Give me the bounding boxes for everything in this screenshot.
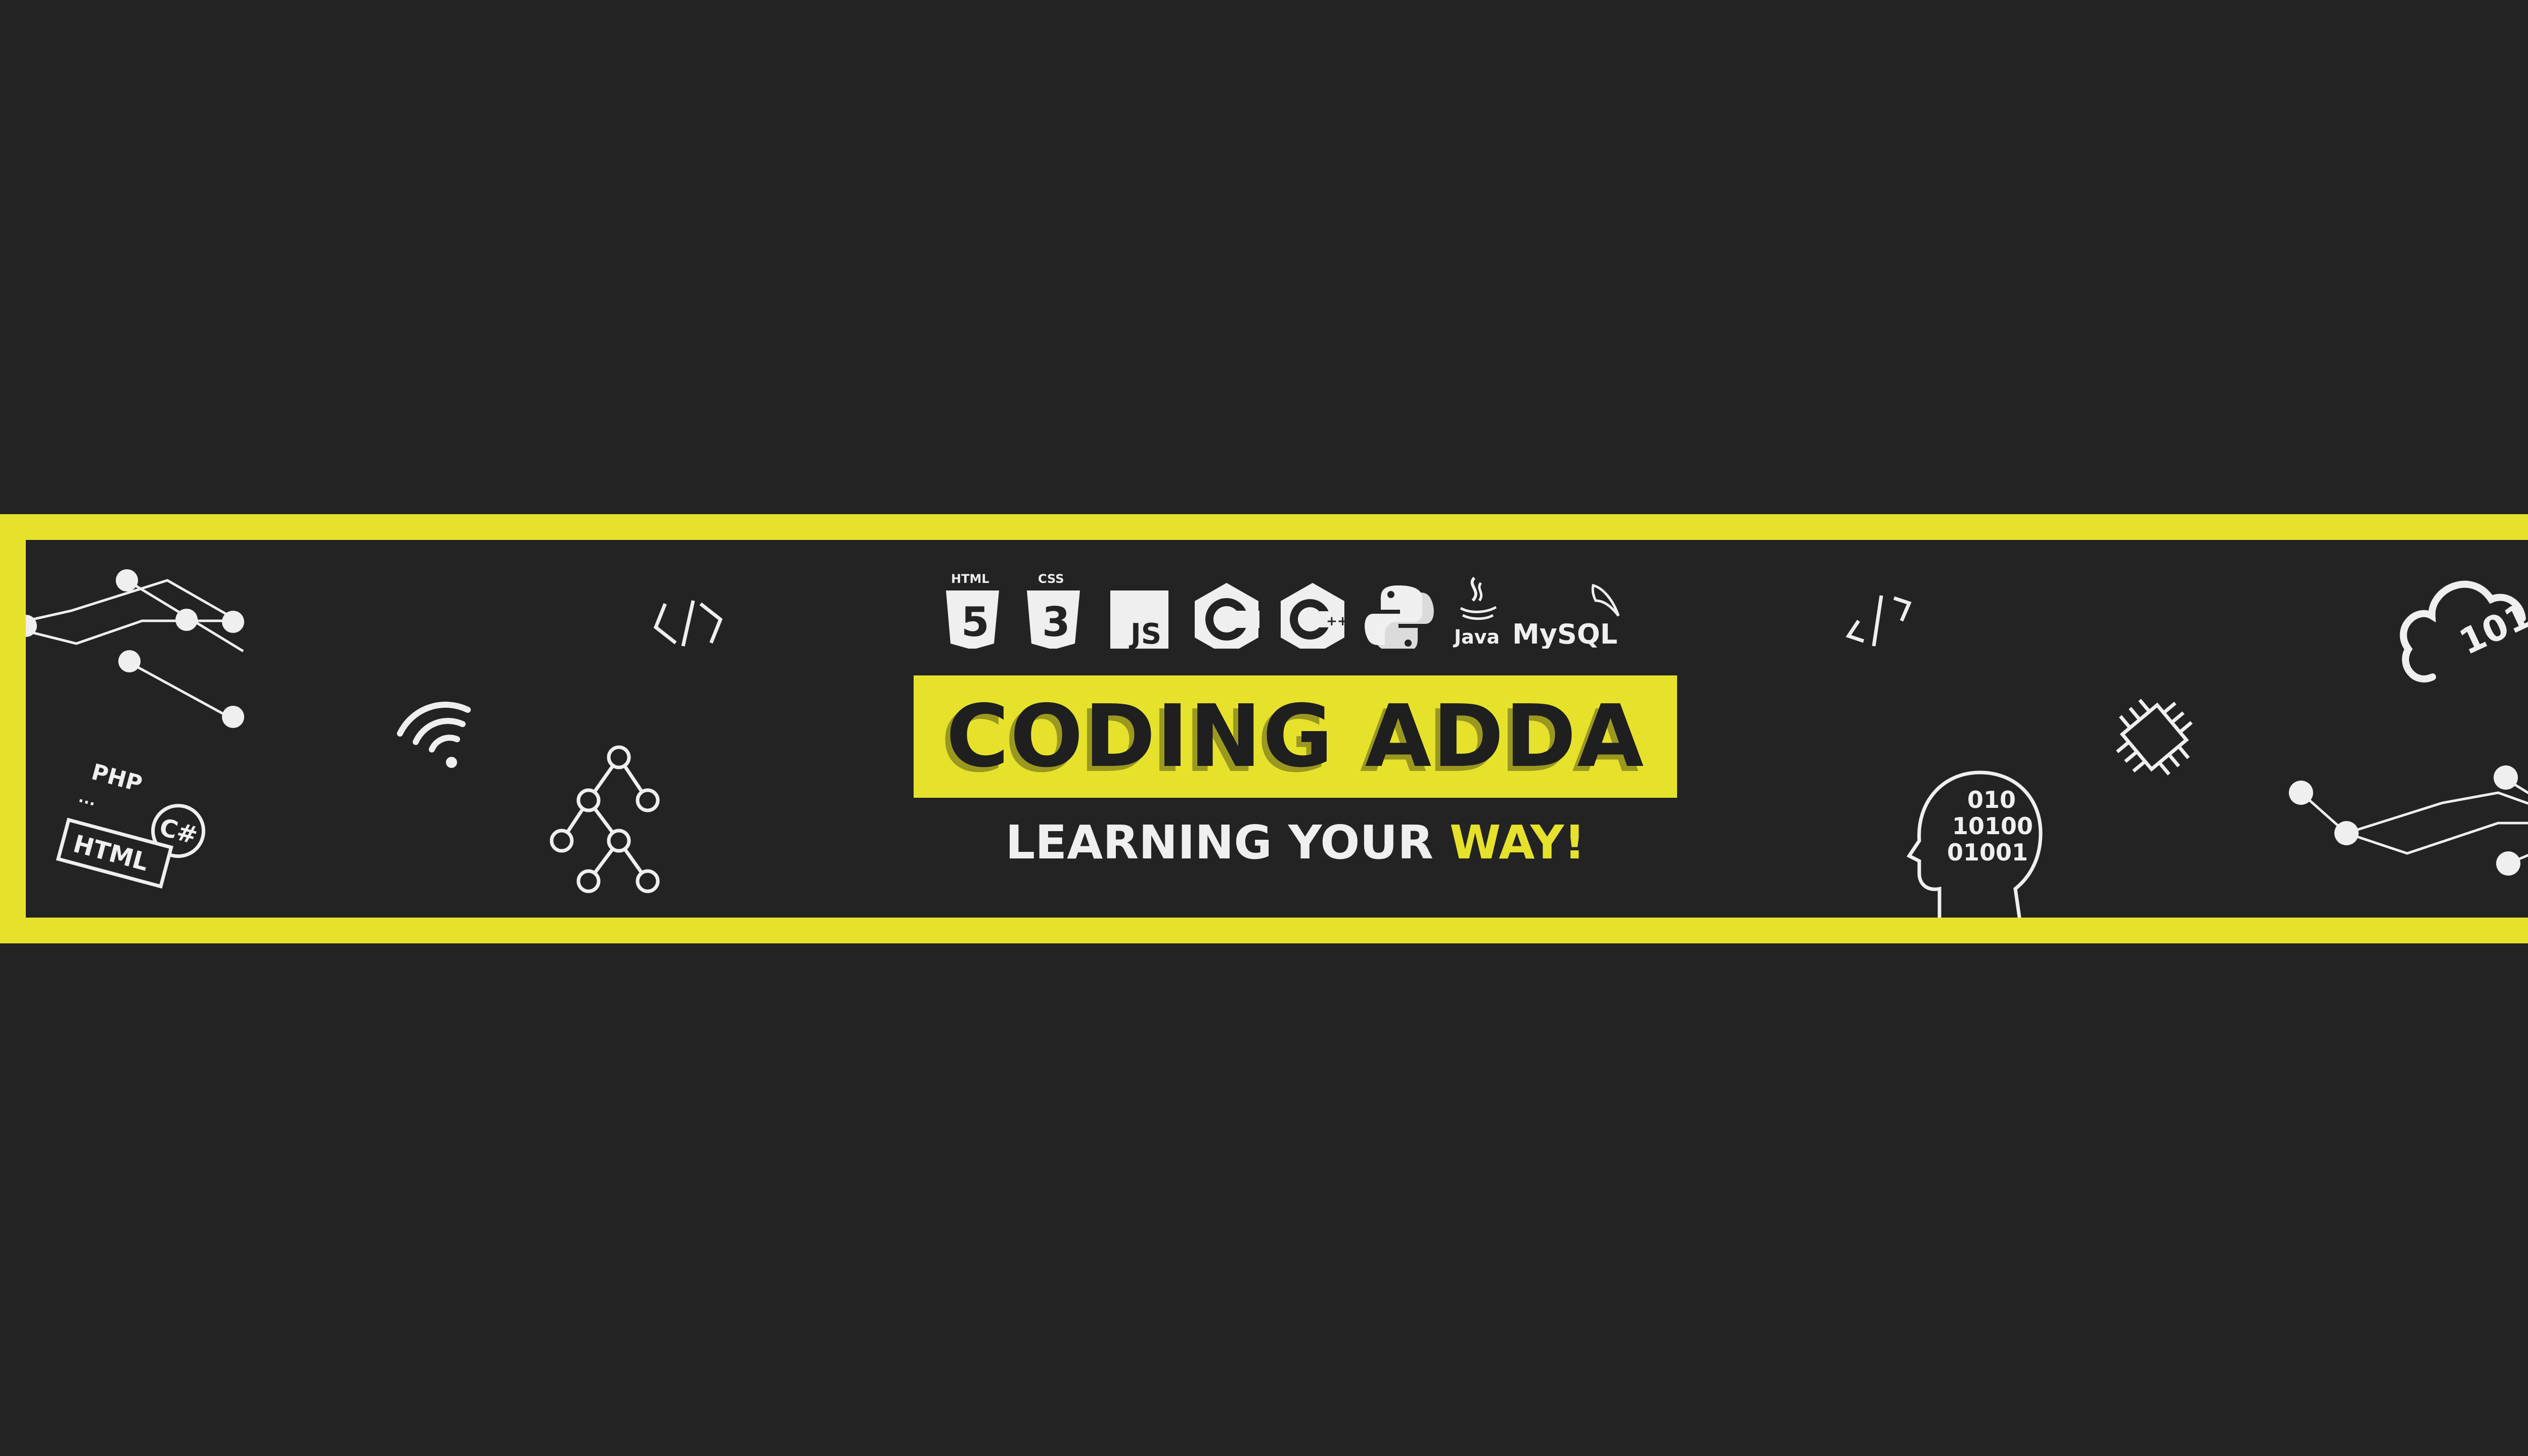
- css3-logo-icon: CSS 3: [1027, 573, 1080, 649]
- svg-text:MySQL: MySQL: [1512, 618, 1617, 649]
- php-csharp-html-icon: PHP C# HTML ...: [56, 759, 206, 889]
- wifi-icon: [397, 701, 471, 768]
- php-label: PHP: [89, 759, 145, 797]
- code-brackets-icon: [653, 600, 723, 647]
- java-logo-icon: Java: [1453, 576, 1500, 648]
- channel-banner: PHP C# HTML ... HTML 5 CSS 3 JS ++ Java …: [0, 0, 2528, 1456]
- javascript-logo-icon: JS: [1110, 590, 1168, 649]
- svg-text:3: 3: [1042, 599, 1070, 646]
- channel-title: CODING ADDA: [946, 687, 1645, 787]
- svg-text:JS: JS: [1128, 618, 1161, 649]
- html5-logo-icon: HTML 5: [946, 573, 999, 649]
- svg-text:...: ...: [77, 788, 98, 810]
- mysql-logo-icon: MySQL: [1512, 583, 1620, 649]
- ai-head-icon: 010 10100 01001: [1906, 770, 2043, 918]
- code-brackets-right-icon: [1845, 595, 1912, 647]
- microchip-icon: [2116, 699, 2193, 776]
- title-box: CODING ADDA: [914, 675, 1677, 798]
- binary-line-2: 10100: [1952, 812, 2033, 840]
- circuit-right-icon: [2289, 765, 2528, 876]
- channel-tagline: LEARNING YOUR WAY!: [914, 815, 1677, 870]
- binary-line-1: 010: [1967, 786, 2016, 813]
- banner-frame: PHP C# HTML ... HTML 5 CSS 3 JS ++ Java …: [0, 514, 2528, 943]
- tagline-accent: WAY!: [1450, 815, 1586, 870]
- cpp-logo-icon: ++: [1281, 583, 1348, 649]
- tagline-main: LEARNING YOUR: [1005, 815, 1450, 870]
- python-logo-icon: [1365, 585, 1434, 649]
- cloud-binary-icon: 101: [2400, 580, 2528, 682]
- svg-text:5: 5: [961, 599, 989, 646]
- c-language-logo-icon: [1195, 583, 1259, 649]
- tech-logos-row: HTML 5 CSS 3 JS ++ Java MySQL: [946, 573, 1620, 649]
- circuit-left-icon: [26, 569, 244, 728]
- svg-text:Java: Java: [1453, 626, 1500, 648]
- banner-body: PHP C# HTML ... HTML 5 CSS 3 JS ++ Java …: [26, 540, 2528, 918]
- cloud-binary-label: 101: [2453, 594, 2528, 663]
- tree-graph-icon: [550, 745, 660, 893]
- binary-line-3: 01001: [1947, 839, 2028, 866]
- svg-text:HTML: HTML: [951, 573, 989, 586]
- svg-text:CSS: CSS: [1038, 573, 1064, 586]
- svg-text:++: ++: [1326, 614, 1348, 629]
